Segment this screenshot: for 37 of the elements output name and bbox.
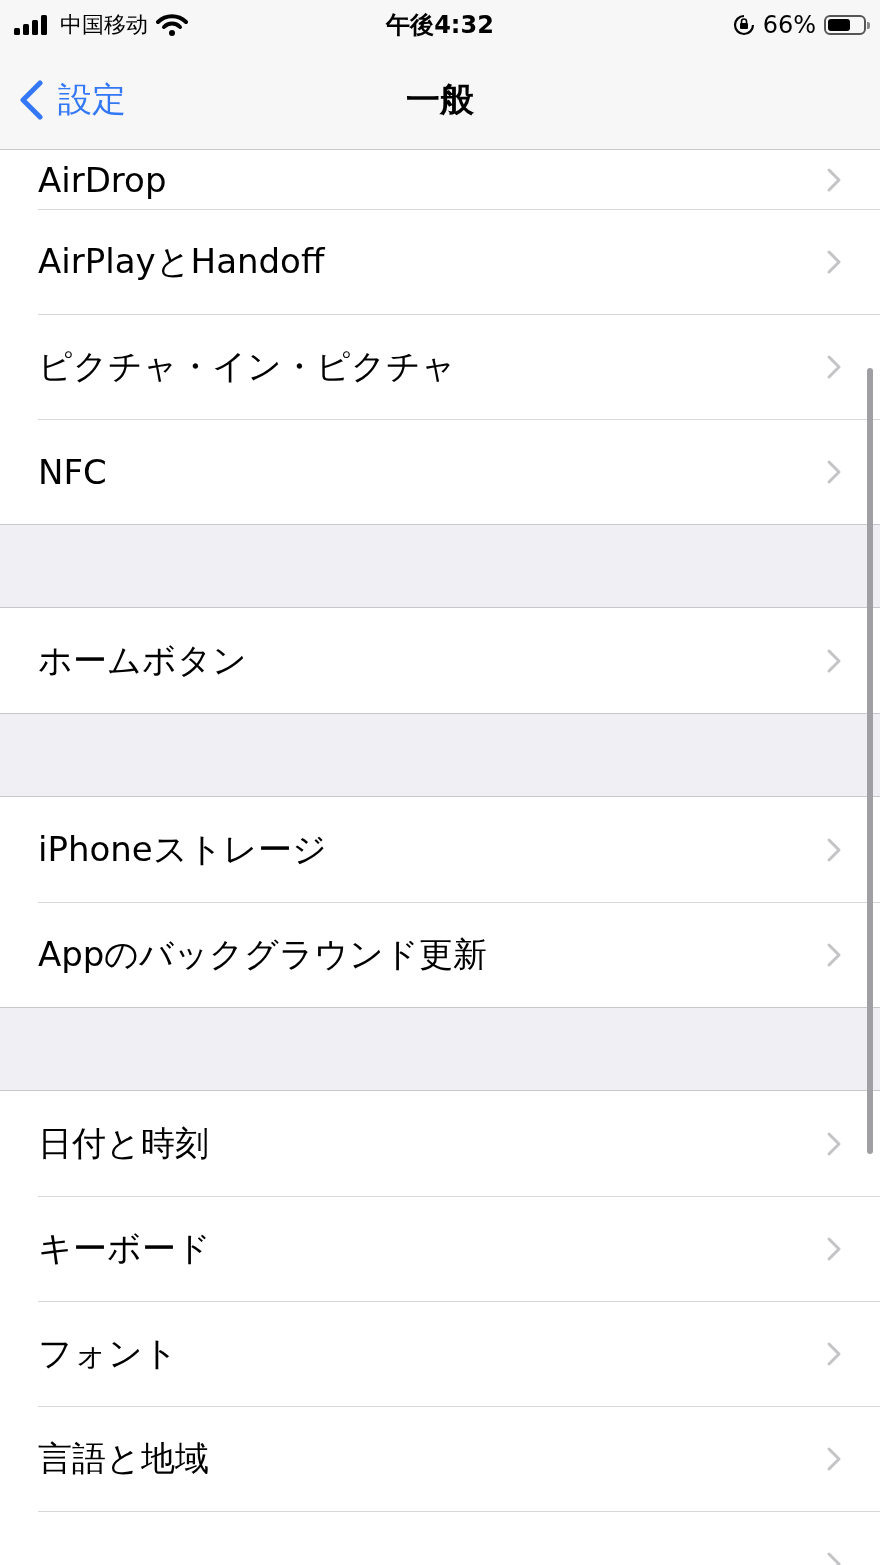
settings-row[interactable]: フォント [38,1301,880,1406]
rotation-lock-icon [732,14,755,36]
battery-percent: 66% [762,11,816,39]
row-label: NFC [38,452,107,492]
chevron-icon [826,459,842,485]
settings-row[interactable]: AirDrop [38,150,880,209]
chevron-icon [826,249,842,275]
row-label: ピクチャ・イン・ピクチャ [38,345,456,388]
chevron-icon [826,354,842,380]
clock-time: 午後4:32 [386,10,494,41]
chevron-icon [826,1446,842,1472]
row-label: Appのバックグラウンド更新 [38,933,488,976]
row-label: iPhoneストレージ [38,827,327,871]
chevron-icon [826,647,842,674]
chevron-icon [826,1130,842,1157]
back-button[interactable]: 設定 [0,76,126,123]
chevron-icon [826,166,842,193]
settings-row[interactable]: iPhoneストレージ [38,797,880,902]
back-chevron-icon [18,79,44,120]
chevron-icon [826,942,842,968]
settings-row[interactable]: キーボード [38,1196,880,1301]
row-label: ホームボタン [38,638,247,682]
chevron-icon [826,1341,842,1367]
row-label: AirPlayとHandoff [38,240,325,283]
settings-row[interactable]: AirPlayとHandoff [38,209,880,314]
carrier-name: 中国移动 [60,11,148,39]
row-label: 日付と時刻 [38,1121,209,1165]
screen-title: 一般 [406,77,474,121]
row-label: キーボード [38,1227,211,1270]
settings-row[interactable]: 日付と時刻 [38,1091,880,1196]
row-label: フォント [38,1332,178,1375]
settings-row[interactable]: 言語と地域 [38,1406,880,1511]
chevron-icon [826,1236,842,1262]
row-label: 言語と地域 [38,1437,209,1480]
row-label: AirDrop [38,158,167,201]
chevron-icon [826,836,842,863]
wifi-icon [156,14,188,36]
